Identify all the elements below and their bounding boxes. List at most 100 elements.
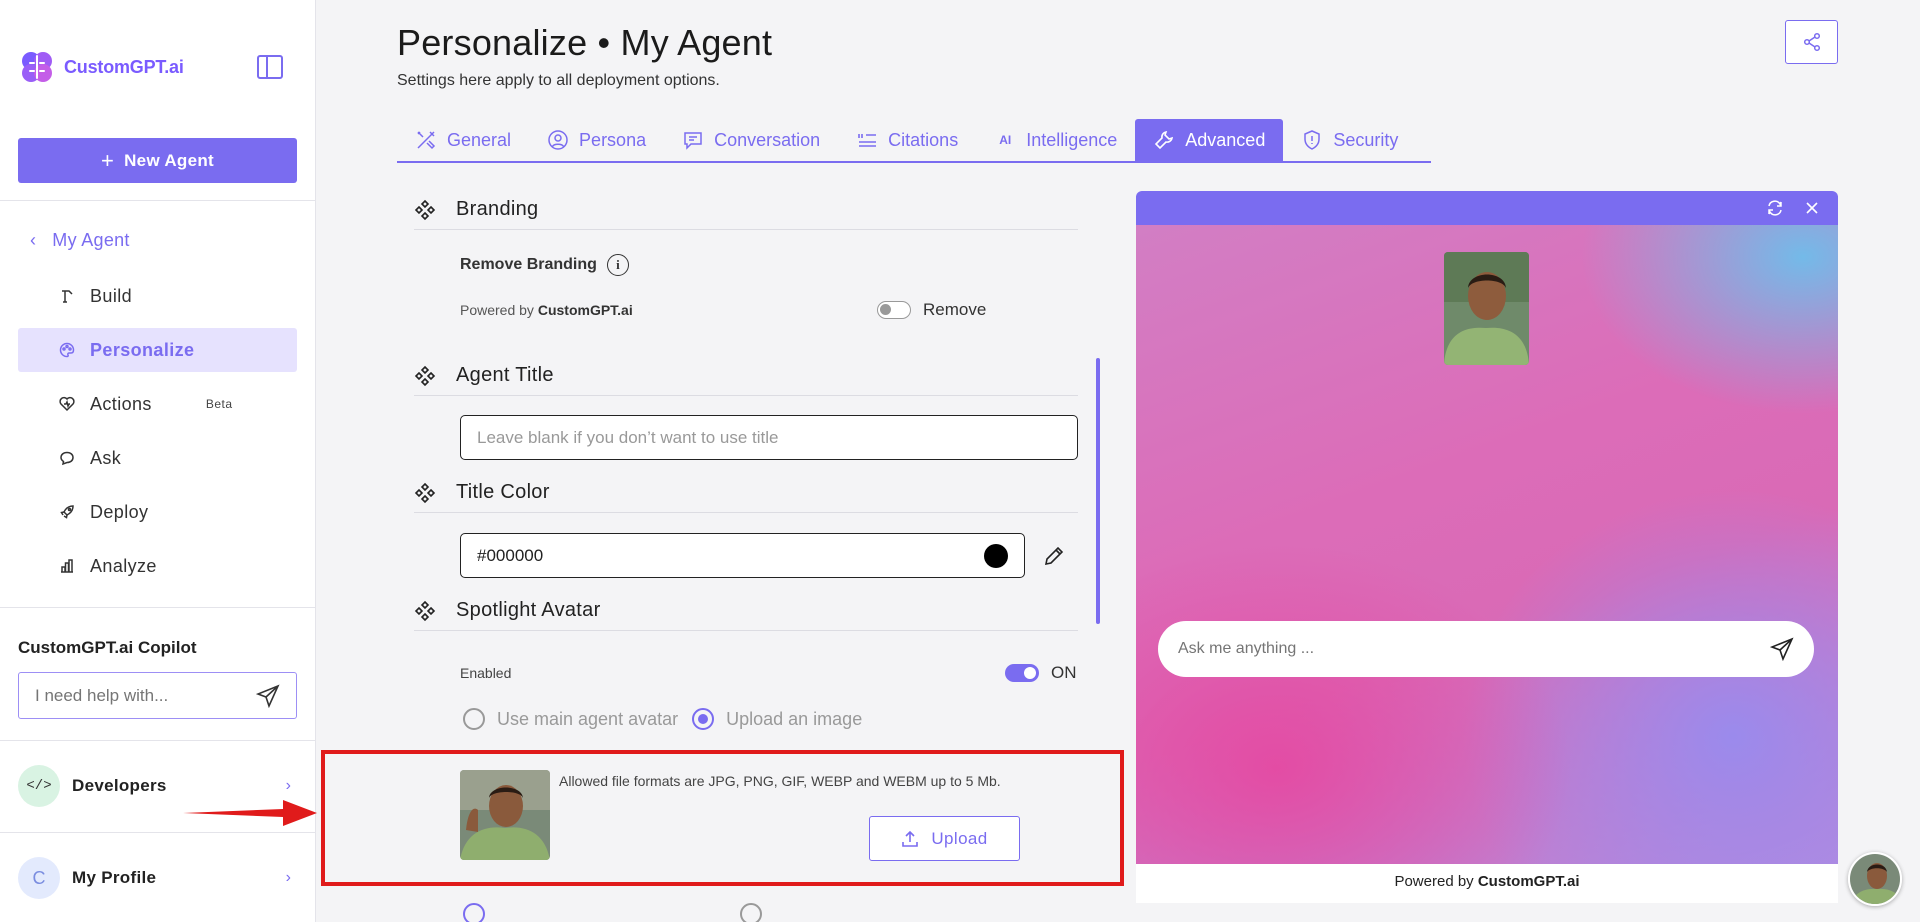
agent-title-input[interactable] [477,427,1061,448]
palette-icon [58,341,76,359]
sidebar-item-label: Ask [90,447,122,468]
floating-chat-avatar[interactable] [1848,852,1902,906]
back-to-agent-link[interactable]: ‹ My Agent [30,230,130,251]
sidebar-item-actions[interactable]: Actions Beta [18,382,297,426]
tab-persona[interactable]: Persona [529,119,664,161]
radio-upload-image[interactable] [692,708,715,730]
tab-conversation[interactable]: Conversation [664,119,838,161]
cut-off-radio-row [463,898,763,922]
tab-label: Security [1333,129,1399,150]
build-icon [58,287,76,305]
radio-label: Use main agent avatar [497,708,679,729]
share-button[interactable] [1785,20,1838,64]
sidebar-nav: Build Personalize Actions Beta Ask Deplo… [18,274,297,598]
section-title: Spotlight Avatar [456,599,601,621]
remove-branding-text: Remove Branding [460,256,597,273]
sidebar-item-personalize[interactable]: Personalize [18,328,297,372]
copilot-input[interactable] [35,685,235,706]
remove-branding-toggle[interactable] [877,301,911,319]
spotlight-avatar-toggle[interactable] [1005,664,1039,682]
agent-title-field [460,415,1078,460]
sidebar-item-ask[interactable]: Ask [18,436,297,480]
spotlight-avatar-section-header: Spotlight Avatar [414,591,1078,631]
powered-by-text: Powered by CustomGPT.ai [460,302,633,318]
tab-general[interactable]: General [397,119,529,161]
code-icon: </> [18,765,60,807]
profile-label: My Profile [72,868,157,887]
brain-logo-icon [22,52,52,82]
message-icon [682,129,704,151]
settings-scrollbar[interactable] [1096,358,1100,624]
brand-logo[interactable]: CustomGPT.ai [18,48,184,86]
powered-prefix: Powered by [1394,873,1474,890]
color-swatch[interactable] [984,543,1008,568]
preview-powered-by: Powered by CustomGPT.ai [1136,873,1838,890]
spotlight-avatar-preview [1444,252,1529,365]
tab-label: General [447,129,512,150]
remove-branding-toggle-label: Remove [923,300,987,319]
user-circle-icon [547,129,569,151]
person-photo-icon [1850,854,1900,904]
tab-advanced[interactable]: Advanced [1135,119,1284,161]
diamond-grid-icon [414,365,436,386]
chevron-right-icon: › [285,869,291,886]
rocket-icon [58,503,76,521]
sidebar-item-build[interactable]: Build [18,274,297,318]
tab-label: Advanced [1185,129,1266,150]
powered-prefix: Powered by [460,302,534,318]
settings-tabs: General Persona Conversation Citations A… [397,119,1431,163]
radio-label: Upload an image [726,708,863,729]
person-photo-icon [1444,252,1529,365]
sidebar-item-analyze[interactable]: Analyze [18,544,297,588]
tab-label: Conversation [714,129,821,150]
tab-citations[interactable]: Citations [838,119,976,161]
title-color-section-header: Title Color [414,473,1078,513]
upload-button[interactable]: Upload [869,816,1020,861]
developers-label: Developers [72,776,167,795]
spotlight-enabled-label: Enabled [460,665,512,681]
ai-icon: AI [999,133,1012,147]
upload-label: Upload [931,828,988,848]
title-color-field [460,533,1025,578]
quote-list-icon [856,129,878,151]
pencil-icon[interactable] [1042,544,1066,568]
actions-icon [58,395,76,413]
section-title: Agent Title [456,364,554,386]
my-profile-link[interactable]: C My Profile › [18,856,297,900]
refresh-icon[interactable] [1766,199,1784,217]
powered-brand: CustomGPT.ai [1477,873,1580,890]
sidebar-item-label: Personalize [90,339,195,360]
preview-background [1136,225,1838,864]
diamond-grid-icon [414,600,436,621]
preview-toolbar [1136,191,1838,225]
avatar-source-options: Use main agent avatar Upload an image [463,708,862,730]
diamond-grid-icon [414,199,436,220]
tab-label: Citations [888,129,959,150]
agent-title-section-header: Agent Title [414,356,1078,396]
title-color-input[interactable] [477,545,984,566]
page-subtitle: Settings here apply to all deployment op… [397,72,720,89]
copilot-title: CustomGPT.ai Copilot [18,638,197,657]
tab-security[interactable]: Security [1283,119,1416,161]
brand-name: CustomGPT.ai [64,56,184,77]
close-icon[interactable] [1804,200,1820,216]
sidebar-collapse-icon[interactable] [257,55,283,79]
sidebar: CustomGPT.ai + New Agent ‹ My Agent Buil… [0,0,316,922]
plus-icon: + [100,147,115,173]
tab-label: Persona [579,129,647,150]
sidebar-item-deploy[interactable]: Deploy [18,490,297,534]
person-photo-icon [460,770,550,860]
send-icon[interactable] [256,684,280,708]
new-agent-button[interactable]: + New Agent [18,138,297,183]
sidebar-divider [0,832,316,833]
preview-chat-input-box [1158,621,1814,677]
tab-intelligence[interactable]: AI Intelligence [976,119,1135,161]
shield-icon [1301,129,1323,151]
send-icon[interactable] [1770,637,1794,661]
chat-icon [58,449,76,467]
info-icon[interactable]: i [606,254,629,276]
copilot-input-box [18,672,297,719]
powered-brand: CustomGPT.ai [537,302,633,318]
preview-chat-input[interactable] [1178,640,1738,658]
radio-main-avatar[interactable] [463,708,485,730]
